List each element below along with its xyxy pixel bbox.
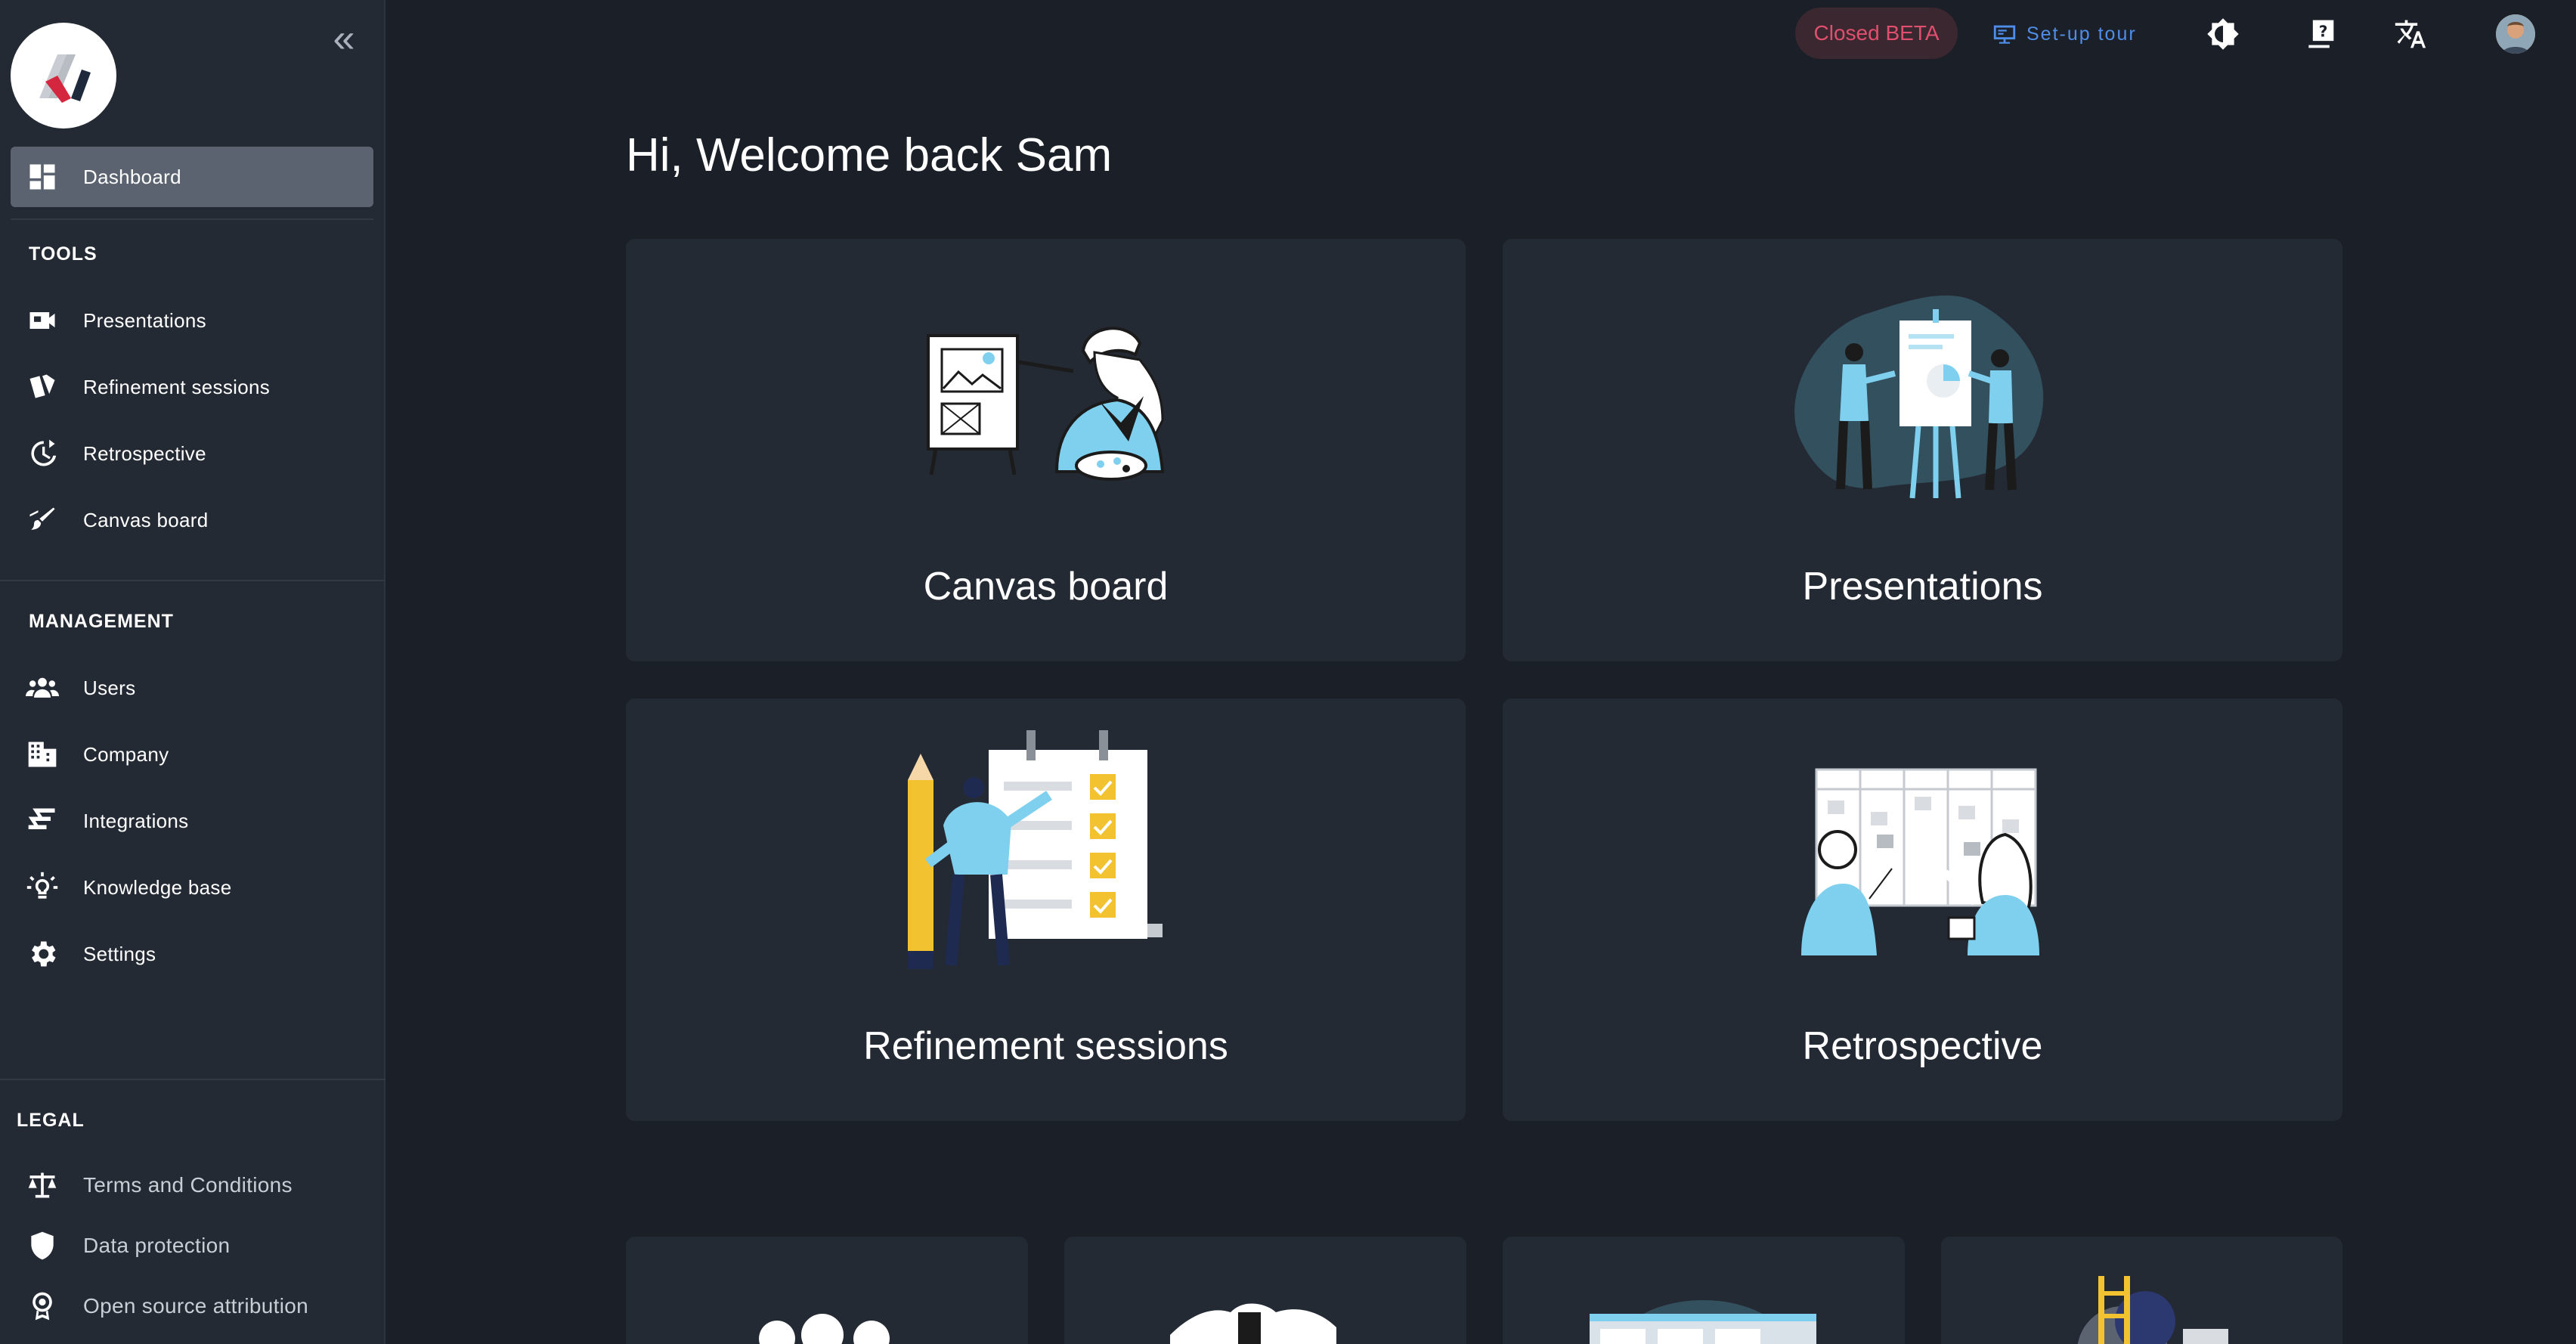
sidebar-item-label: Knowledge base (83, 875, 232, 899)
translate-icon[interactable] (2390, 14, 2431, 54)
award-icon (23, 1287, 62, 1326)
users-icon (23, 668, 62, 708)
svg-text:?: ? (2319, 23, 2328, 41)
sidebar-item-integrations[interactable]: Integrations (11, 791, 373, 851)
sidebar-item-retrospective[interactable]: Retrospective (11, 423, 373, 484)
card-presentations[interactable]: Presentations (1503, 239, 2342, 661)
sidebar-item-open-source[interactable]: Open source attribution (11, 1276, 373, 1336)
dashboard-illustration (1590, 1300, 1816, 1344)
divider (11, 218, 373, 220)
card-retrospective[interactable]: Retrospective (1503, 698, 2342, 1121)
sidebar-item-label: Retrospective (83, 441, 206, 465)
cards-icon (23, 367, 62, 407)
video-camera-icon (23, 301, 62, 340)
sidebar-item-label: Terms and Conditions (83, 1173, 293, 1197)
divider (0, 580, 385, 581)
setup-tour-label: Set-up tour (2026, 23, 2137, 45)
sidebar: « Dashboard TOOLS Presentations Refineme… (0, 0, 385, 1344)
card-label: Canvas board (923, 565, 1169, 609)
app-logo[interactable] (11, 23, 116, 129)
card-label: Refinement sessions (863, 1024, 1228, 1068)
divider (0, 1079, 385, 1080)
settings-illustration (2077, 1276, 2228, 1344)
closed-beta-badge: Closed BETA (1795, 8, 1958, 59)
integrations-icon (23, 801, 62, 841)
sidebar-item-label: Users (83, 676, 136, 699)
card-refinement-sessions[interactable]: Refinement sessions (626, 698, 1466, 1121)
sidebar-item-label: Dashboard (83, 165, 181, 188)
retrospective-illustration (1801, 768, 2039, 955)
team-illustration (759, 1314, 890, 1344)
sidebar-item-label: Presentations (83, 308, 206, 332)
card-bottom-4[interactable] (1941, 1237, 2342, 1344)
section-title-management: MANAGEMENT (29, 611, 174, 632)
card-bottom-2[interactable] (1064, 1237, 1466, 1344)
gear-icon (23, 934, 62, 974)
sidebar-item-label: Open source attribution (83, 1294, 308, 1318)
card-bottom-1[interactable] (626, 1237, 1028, 1344)
brush-icon (23, 500, 62, 540)
sidebar-item-dashboard[interactable]: Dashboard (11, 147, 373, 207)
card-label: Retrospective (1802, 1024, 2043, 1068)
sidebar-item-settings[interactable]: Settings (11, 924, 373, 984)
card-bottom-3[interactable] (1503, 1237, 1905, 1344)
dashboard-icon (23, 157, 62, 197)
welcome-greeting: Hi, Welcome back Sam (626, 129, 1113, 181)
canvas-board-illustration (927, 327, 1165, 481)
setup-tour-button[interactable]: Set-up tour (1992, 9, 2150, 59)
sidebar-item-label: Company (83, 742, 169, 766)
presentations-illustration (1794, 295, 2044, 499)
sidebar-item-label: Settings (83, 942, 156, 965)
section-title-legal: LEGAL (17, 1110, 85, 1131)
sidebar-item-refinement-sessions[interactable]: Refinement sessions (11, 357, 373, 417)
card-label: Presentations (1802, 565, 2043, 609)
sidebar-item-label: Data protection (83, 1234, 231, 1257)
sidebar-item-presentations[interactable]: Presentations (11, 290, 373, 351)
collapse-sidebar-icon[interactable]: « (325, 19, 363, 59)
sidebar-item-terms[interactable]: Terms and Conditions (11, 1155, 373, 1215)
presentation-icon (1993, 25, 2016, 44)
shield-icon (23, 1226, 62, 1265)
card-canvas-board[interactable]: Canvas board (626, 239, 1466, 661)
sidebar-item-label: Refinement sessions (83, 375, 271, 398)
sidebar-item-canvas-board[interactable]: Canvas board (11, 490, 373, 550)
theme-toggle-icon[interactable] (2203, 14, 2243, 54)
scales-icon (23, 1166, 62, 1205)
section-title-tools: TOOLS (29, 243, 98, 265)
lightbulb-icon (23, 868, 62, 907)
city-illustration (1170, 1303, 1336, 1344)
user-avatar[interactable] (2496, 14, 2535, 54)
sidebar-item-label: Integrations (83, 809, 189, 832)
sidebar-item-label: Canvas board (83, 508, 209, 531)
sidebar-item-users[interactable]: Users (11, 658, 373, 718)
history-icon (23, 434, 62, 473)
building-icon (23, 735, 62, 774)
refinement-sessions-illustration (908, 730, 1163, 969)
sidebar-item-company[interactable]: Company (11, 724, 373, 785)
sidebar-item-knowledge-base[interactable]: Knowledge base (11, 857, 373, 918)
sidebar-item-data-protection[interactable]: Data protection (11, 1215, 373, 1276)
help-icon[interactable]: ? (2299, 14, 2340, 54)
